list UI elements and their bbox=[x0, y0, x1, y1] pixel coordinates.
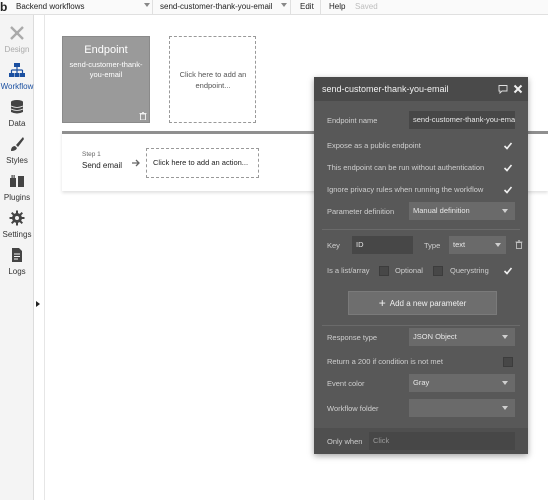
only-when-input[interactable]: Click bbox=[369, 432, 515, 450]
step-send-email[interactable]: Send email bbox=[82, 161, 122, 170]
endpoint-name: send-customer-thank-you-email bbox=[69, 60, 143, 79]
logs-icon bbox=[12, 248, 22, 262]
chevron-down-icon bbox=[502, 335, 508, 339]
bubble-editor: { "topbar": { "logo": "b", "app_page": "… bbox=[0, 0, 548, 500]
response-type-label: Response type bbox=[327, 333, 378, 342]
sidebar-item-label: Settings bbox=[2, 230, 32, 239]
optional-checkbox[interactable] bbox=[433, 266, 443, 276]
only-when-label: Only when bbox=[327, 437, 363, 446]
event-color-label: Event color bbox=[327, 379, 365, 388]
parameter-definition-dropdown[interactable]: Manual definition bbox=[409, 202, 515, 220]
sidebar-item-label: Logs bbox=[8, 267, 26, 276]
event-color-value: Gray bbox=[413, 378, 430, 387]
parameter-definition-label: Parameter definition bbox=[327, 207, 395, 216]
querystring-label: Querystring bbox=[450, 266, 489, 275]
return-200-checkbox[interactable] bbox=[503, 357, 513, 367]
type-label: Type bbox=[424, 241, 441, 250]
bubble-logo[interactable]: b bbox=[0, 0, 10, 15]
expose-public-checkbox[interactable] bbox=[503, 141, 513, 151]
add-endpoint-placeholder[interactable]: Click here to add an endpoint... bbox=[169, 36, 256, 123]
sidebar-item-logs[interactable]: Logs bbox=[0, 241, 34, 278]
no-auth-checkbox[interactable] bbox=[503, 163, 513, 173]
close-icon[interactable] bbox=[513, 84, 523, 94]
sidebar-item-plugins[interactable]: Plugins bbox=[0, 167, 34, 204]
canvas-divider bbox=[44, 15, 45, 500]
panel-title: send-customer-thank-you-email bbox=[322, 84, 449, 94]
delete-parameter-trash-icon[interactable] bbox=[515, 240, 523, 249]
workflow-folder-dropdown[interactable] bbox=[409, 399, 515, 417]
step-number: Step 1 bbox=[82, 151, 101, 158]
panel-header: send-customer-thank-you-email bbox=[314, 77, 528, 101]
workflow-selector-chevron-down-icon[interactable] bbox=[281, 3, 287, 7]
sidebar-item-design[interactable]: Design bbox=[0, 19, 34, 56]
trash-icon[interactable] bbox=[139, 112, 147, 120]
sidebar-item-data[interactable]: Data bbox=[0, 93, 34, 130]
ignore-privacy-label: Ignore privacy rules when running the wo… bbox=[327, 185, 484, 194]
response-type-value: JSON Object bbox=[413, 332, 457, 341]
edit-menu[interactable]: Edit bbox=[300, 0, 314, 15]
sidebar-item-label: Plugins bbox=[3, 193, 31, 202]
top-bar: b Backend workflows send-customer-thank-… bbox=[0, 0, 548, 15]
section-divider bbox=[322, 325, 520, 326]
saved-status: Saved bbox=[355, 2, 378, 11]
optional-label: Optional bbox=[395, 266, 423, 275]
querystring-checkbox[interactable] bbox=[503, 266, 513, 276]
chevron-down-icon bbox=[502, 209, 508, 213]
endpoint-name-label: Endpoint name bbox=[327, 116, 378, 125]
add-parameter-label: Add a new parameter bbox=[389, 299, 467, 308]
help-menu[interactable]: Help bbox=[329, 0, 345, 15]
return-200-label: Return a 200 if condition is not met bbox=[327, 357, 443, 366]
arrow-right-icon bbox=[132, 159, 140, 167]
divider bbox=[152, 0, 153, 15]
type-dropdown[interactable]: text bbox=[449, 236, 506, 254]
section-divider bbox=[322, 229, 520, 230]
add-action-placeholder[interactable]: Click here to add an action... bbox=[146, 148, 259, 178]
plugins-icon bbox=[10, 175, 24, 187]
is-list-label: Is a list/array bbox=[327, 266, 370, 275]
chevron-down-icon bbox=[495, 243, 501, 247]
endpoint-property-editor: send-customer-thank-you-email Endpoint n… bbox=[314, 77, 528, 454]
key-input[interactable]: ID bbox=[352, 236, 413, 254]
response-type-dropdown[interactable]: JSON Object bbox=[409, 328, 515, 346]
event-color-dropdown[interactable]: Gray bbox=[409, 374, 515, 392]
page-selector[interactable]: Backend workflows bbox=[16, 0, 84, 15]
add-endpoint-text: Click here to add an endpoint... bbox=[179, 70, 247, 90]
comment-icon[interactable] bbox=[498, 84, 508, 94]
expose-public-label: Expose as a public endpoint bbox=[327, 141, 421, 150]
page-selector-chevron-down-icon[interactable] bbox=[144, 3, 150, 7]
no-auth-label: This endpoint can be run without authent… bbox=[327, 163, 485, 172]
chevron-down-icon bbox=[502, 406, 508, 410]
sidebar-item-styles[interactable]: Styles bbox=[0, 130, 34, 167]
left-sidebar: Design Workflow Data Styles Plugins Sett… bbox=[0, 15, 34, 500]
endpoint-card[interactable]: Endpoint send-customer-thank-you-email bbox=[62, 36, 150, 123]
endpoint-title: Endpoint bbox=[84, 44, 128, 56]
sidebar-item-settings[interactable]: Settings bbox=[0, 204, 34, 241]
ignore-privacy-checkbox[interactable] bbox=[503, 185, 513, 195]
type-value: text bbox=[453, 240, 466, 249]
key-label: Key bbox=[327, 241, 340, 250]
sidebar-item-workflow[interactable]: Workflow bbox=[0, 56, 34, 93]
chevron-down-icon bbox=[502, 381, 508, 385]
styles-icon bbox=[11, 137, 24, 151]
sidebar-item-label: Workflow bbox=[0, 82, 34, 91]
workflow-folder-label: Workflow folder bbox=[327, 404, 379, 413]
endpoint-name-input[interactable]: send-customer-thank-you-email bbox=[409, 111, 515, 129]
sidebar-item-label: Styles bbox=[6, 156, 28, 165]
design-icon bbox=[10, 26, 24, 40]
settings-icon bbox=[9, 210, 25, 226]
parameter-definition-value: Manual definition bbox=[413, 206, 470, 215]
add-parameter-button[interactable]: + Add a new parameter bbox=[348, 291, 497, 315]
data-icon bbox=[10, 100, 24, 114]
sidebar-item-label: Design bbox=[4, 45, 30, 54]
workflow-selector[interactable]: send-customer-thank-you-email bbox=[160, 0, 273, 15]
collapse-sidebar-chevron-right-icon[interactable] bbox=[36, 301, 40, 307]
divider bbox=[320, 0, 321, 15]
divider bbox=[290, 0, 291, 15]
sidebar-item-label: Data bbox=[8, 119, 26, 128]
plus-icon: + bbox=[378, 296, 386, 310]
workflow-icon bbox=[9, 63, 25, 77]
is-list-checkbox[interactable] bbox=[379, 266, 389, 276]
